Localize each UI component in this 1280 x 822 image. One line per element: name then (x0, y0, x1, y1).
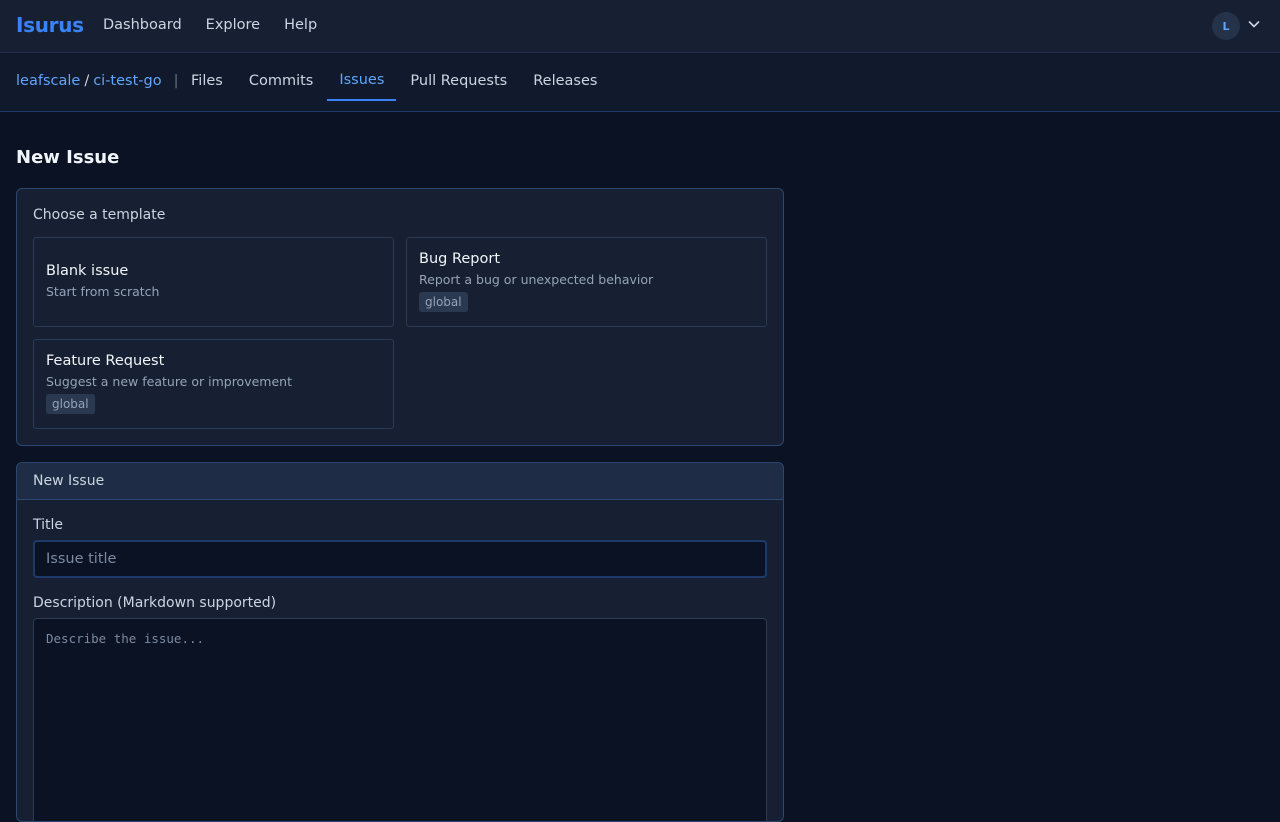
template-name: Blank issue (46, 263, 129, 279)
template-name: Feature Request (46, 353, 165, 369)
nav-explore[interactable]: Explore (206, 17, 260, 33)
tab-issues[interactable]: Issues (327, 53, 397, 101)
nav-help[interactable]: Help (284, 17, 317, 33)
tab-pull-requests[interactable]: Pull Requests (398, 53, 519, 101)
breadcrumb: leafscale / ci-test-go | (16, 73, 178, 89)
tab-commits[interactable]: Commits (237, 53, 326, 101)
new-issue-form: New Issue Title Description (Markdown su… (16, 462, 784, 822)
description-textarea[interactable] (33, 618, 767, 821)
avatar[interactable]: L (1212, 12, 1240, 40)
breadcrumb-separator: / (84, 73, 90, 89)
title-input[interactable] (33, 540, 767, 578)
title-label: Title (33, 517, 64, 533)
template-blank-issue[interactable]: Blank issue Start from scratch (33, 237, 394, 327)
tab-releases[interactable]: Releases (521, 53, 609, 101)
nav-dashboard[interactable]: Dashboard (103, 17, 182, 33)
top-nav: Dashboard Explore Help (103, 17, 341, 33)
breadcrumb-divider: | (173, 73, 179, 89)
form-header: New Issue (17, 463, 783, 500)
template-description: Start from scratch (46, 284, 160, 299)
tab-files[interactable]: Files (179, 53, 235, 101)
page-title: New Issue (16, 147, 120, 168)
template-scope-badge: global (46, 394, 95, 414)
brand-logo[interactable]: Isurus (16, 13, 84, 37)
template-description: Suggest a new feature or improvement (46, 374, 292, 389)
breadcrumb-repo[interactable]: ci-test-go (93, 73, 161, 89)
template-name: Bug Report (419, 251, 501, 267)
template-chooser-heading: Choose a template (33, 207, 166, 223)
template-bug-report[interactable]: Bug Report Report a bug or unexpected be… (406, 237, 767, 327)
top-navbar: Isurus Dashboard Explore Help L (0, 0, 1280, 53)
template-scope-badge: global (419, 292, 468, 312)
repo-header: leafscale / ci-test-go | Files Commits Issu… (0, 53, 1280, 112)
chevron-down-icon[interactable] (1246, 16, 1262, 36)
description-label: Description (Markdown supported) (33, 595, 277, 611)
repo-tabs: Files Commits Issues Pull Requests Relea… (179, 53, 611, 112)
template-chooser: Choose a template Blank issue Start from… (16, 188, 784, 446)
template-description: Report a bug or unexpected behavior (419, 272, 654, 287)
template-feature-request[interactable]: Feature Request Suggest a new feature or… (33, 339, 394, 429)
user-menu[interactable]: L (1212, 12, 1262, 40)
breadcrumb-owner[interactable]: leafscale (16, 73, 80, 89)
